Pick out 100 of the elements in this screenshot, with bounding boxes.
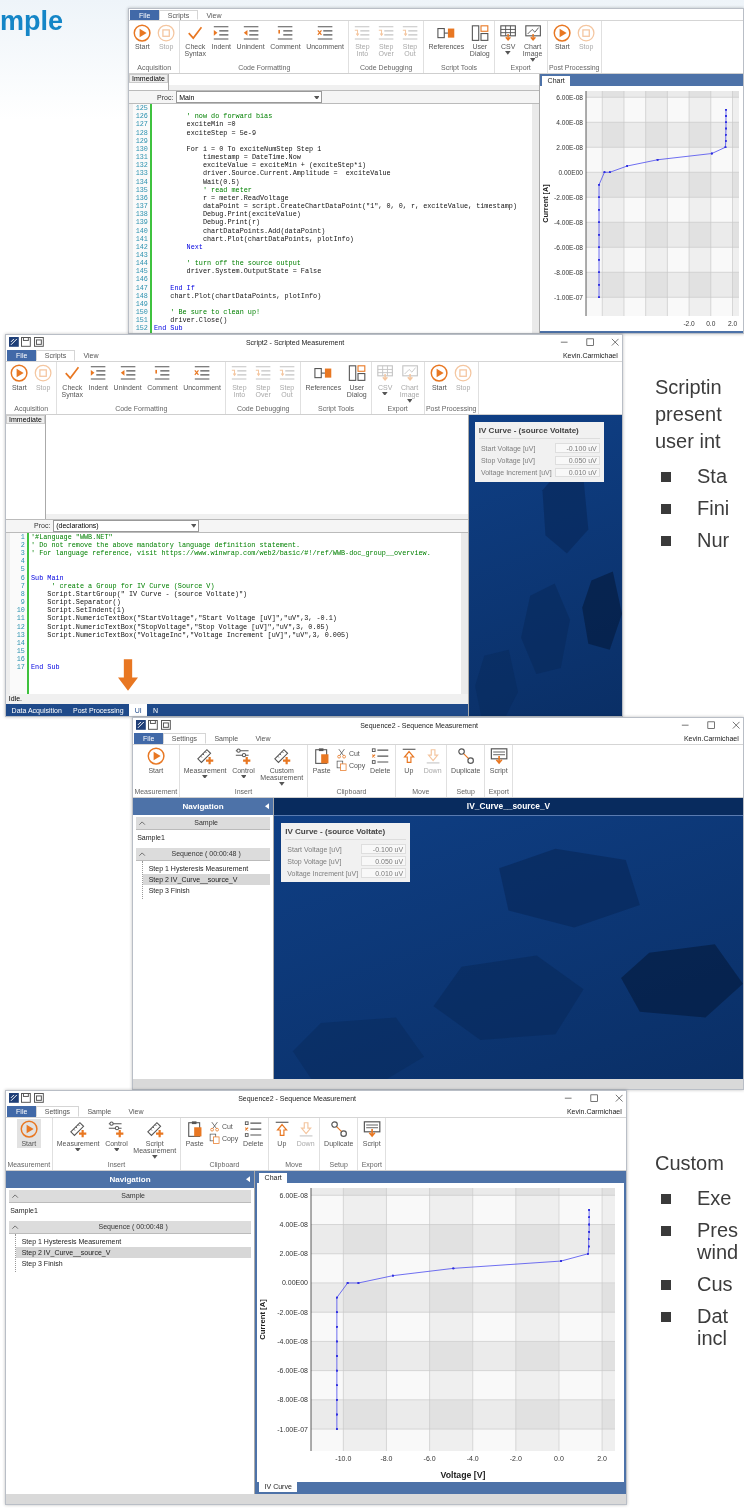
unindent-icon: [241, 23, 260, 42]
chevron-up-icon: [12, 1224, 19, 1229]
chevron-up-icon: [139, 851, 146, 856]
save-icon[interactable]: [21, 1093, 32, 1104]
bullet-text: Fini: [697, 497, 730, 519]
list-arrow-icon: [254, 364, 273, 383]
paragraph-text: user int: [655, 429, 722, 454]
horizontal-scrollbar[interactable]: [168, 85, 539, 91]
copy-icon: [335, 760, 347, 772]
caret-icon: [190, 524, 197, 529]
app-icon[interactable]: [8, 337, 19, 348]
app-icon[interactable]: [135, 720, 146, 731]
scissors-icon: [208, 1120, 220, 1132]
bullet-icon: [661, 1194, 671, 1204]
bullet-text: Sta: [697, 465, 728, 487]
bullet-text: Pres: [697, 1219, 739, 1241]
dialog-title: IV Curve - (source Voltate): [285, 826, 407, 841]
window-layout-icon: [470, 23, 489, 42]
sliders-plus-icon: [234, 747, 253, 766]
panel-title: Navigation: [182, 801, 224, 811]
maximize-icon[interactable]: [706, 721, 715, 730]
bullet-text: Nur: [697, 529, 730, 551]
ruler-plus-icon: [196, 747, 215, 766]
bullet-icon: [661, 1280, 671, 1290]
vertical-scrollbar[interactable]: [532, 104, 539, 333]
play-icon: [133, 23, 152, 42]
play-icon: [553, 23, 572, 42]
bullet-icon: [661, 1226, 671, 1236]
bullet-text: Dat: [697, 1305, 729, 1327]
code-editor[interactable]: [129, 103, 539, 333]
code-editor[interactable]: [6, 531, 468, 694]
bullet-text: Cus: [697, 1273, 733, 1295]
list-arrow-icon: [230, 364, 249, 383]
chart-export-icon: [523, 23, 542, 42]
callout-arrow: [118, 659, 138, 691]
uncomment-icon: [315, 23, 335, 42]
play-icon: [146, 747, 165, 766]
play-icon: [19, 1120, 38, 1139]
chevron-up-icon: [12, 1193, 19, 1199]
sliders-plus-icon: [107, 1120, 126, 1139]
save-icon[interactable]: [21, 337, 32, 348]
uncomment-icon: [192, 364, 212, 383]
dialog-title: IV Curve - (source Voltate): [478, 426, 600, 440]
bullet-icon: [661, 504, 671, 514]
stop-icon: [34, 364, 53, 383]
caret-icon: [313, 95, 320, 100]
play-icon: [10, 364, 29, 383]
paragraph-text: present: [655, 402, 723, 427]
app-icon[interactable]: [8, 1093, 19, 1104]
copy-icon: [208, 1133, 220, 1145]
window-icon[interactable]: [34, 337, 44, 348]
close-icon[interactable]: [731, 721, 741, 730]
maximize-icon[interactable]: [585, 338, 594, 347]
hexagon-shape: [475, 649, 518, 716]
window-layout-icon: [347, 364, 366, 383]
paragraph-text: Scriptin: [655, 375, 723, 400]
list-delete-icon: [371, 747, 390, 766]
window-icon[interactable]: [161, 720, 171, 731]
vertical-scrollbar[interactable]: [461, 532, 468, 694]
indent-icon: [89, 364, 108, 383]
scissors-icon: [335, 747, 347, 759]
stop-icon: [454, 364, 473, 383]
indent-icon: [212, 23, 231, 42]
list-arrow-icon: [277, 364, 297, 383]
panel-title: Navigation: [109, 1174, 151, 1184]
clipboard-icon: [185, 1120, 204, 1139]
list-delete-icon: [244, 1120, 263, 1139]
bullet-icon: [661, 1312, 671, 1322]
collapse-icon[interactable]: [245, 1176, 250, 1183]
ruler-plus-icon: [145, 1120, 164, 1139]
table-export-icon: [499, 23, 518, 42]
page-heading: mple: [0, 6, 64, 37]
play-icon: [430, 364, 449, 383]
stop-icon: [157, 23, 176, 42]
window-icon[interactable]: [34, 1093, 44, 1104]
bullet-icon: [661, 472, 671, 482]
bullet-text: Exe: [697, 1187, 732, 1209]
comment-icon: [153, 364, 172, 383]
chevron-up-icon: [139, 820, 146, 826]
maximize-icon[interactable]: [589, 1094, 598, 1103]
bullet-icon: [661, 536, 671, 546]
ruler-plus-icon: [272, 747, 291, 766]
linked-circles-icon: [329, 1120, 348, 1139]
stop-icon: [577, 23, 596, 42]
panel-title: IV_Curve__source_V: [466, 801, 551, 812]
close-icon[interactable]: [614, 1094, 624, 1103]
bullet-text: wind: [697, 1241, 739, 1263]
collapse-icon[interactable]: [264, 803, 269, 810]
monitor-arrow-icon: [362, 1120, 381, 1139]
linked-circles-icon: [456, 747, 475, 766]
ruler-plus-icon: [69, 1120, 88, 1139]
horizontal-scrollbar[interactable]: [45, 513, 468, 519]
axis-title: Voltage [V]: [440, 1469, 486, 1480]
save-icon[interactable]: [148, 720, 159, 731]
chart-export-icon: [400, 364, 419, 383]
close-icon[interactable]: [610, 338, 620, 347]
unindent-icon: [118, 364, 137, 383]
paragraph-text: Custom: [655, 1151, 725, 1176]
clipboard-icon: [312, 747, 331, 766]
table-export-icon: [376, 364, 395, 383]
